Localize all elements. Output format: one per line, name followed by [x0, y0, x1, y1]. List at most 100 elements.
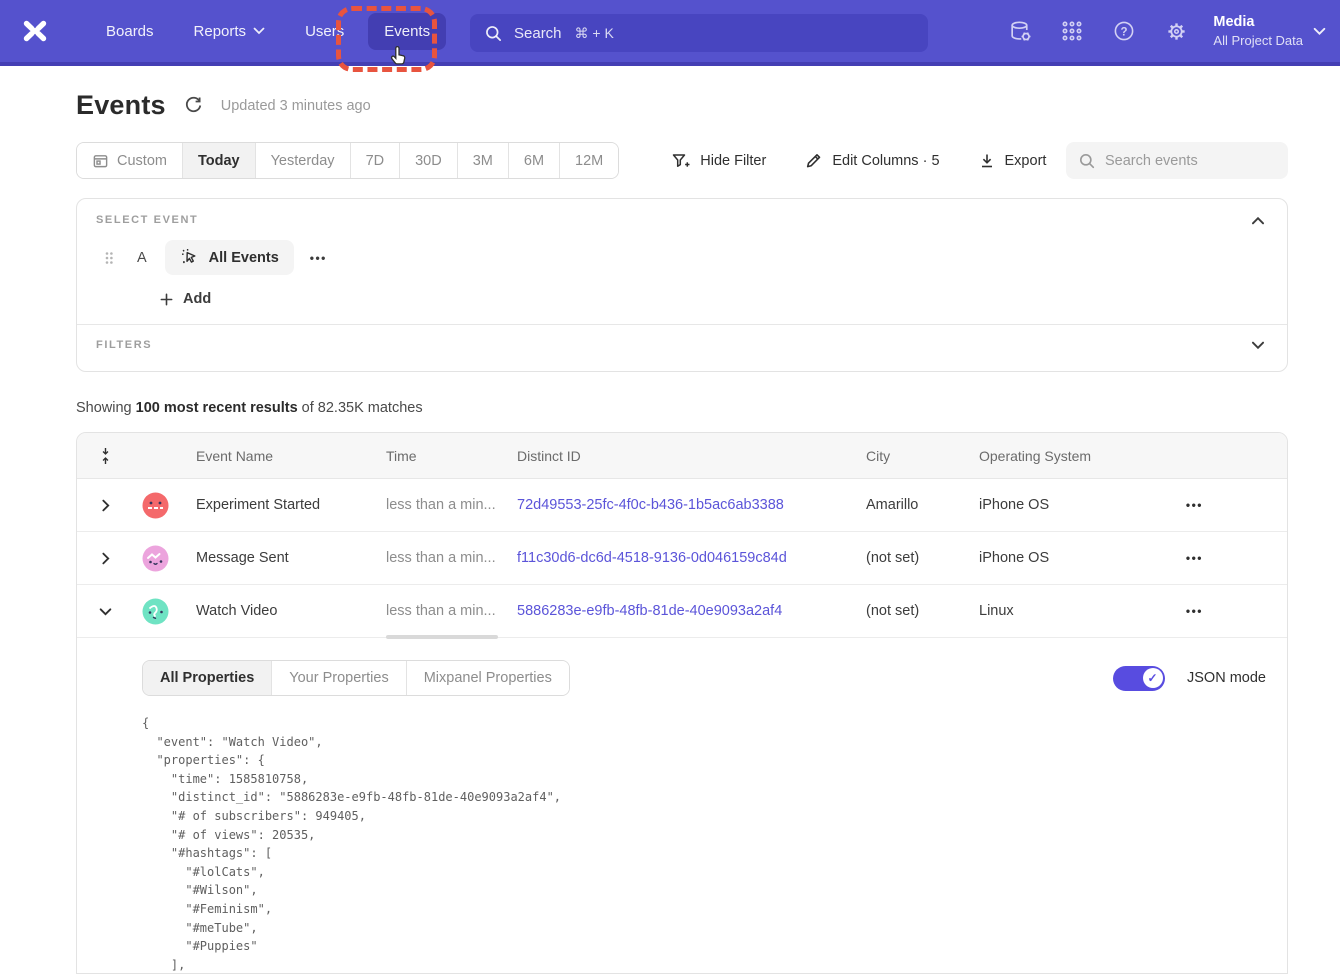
json-mode-toggle[interactable]: ✓ — [1113, 666, 1165, 691]
filters-label: FILTERS — [96, 339, 152, 351]
json-mode-label: JSON mode — [1187, 670, 1266, 686]
search-icon — [1078, 152, 1096, 170]
event-time: less than a min... — [386, 603, 517, 619]
distinct-id-link[interactable]: 5886283e-e9fb-48fb-81de-40e9093a2af4 — [517, 603, 866, 619]
distinct-id-link[interactable]: 72d49553-25fc-4f0c-b436-1b5ac6ab3388 — [517, 497, 866, 513]
row-more-button[interactable]: ••• — [1186, 498, 1287, 512]
search-events-field[interactable] — [1066, 142, 1288, 179]
nav-item-reports[interactable]: Reports — [178, 13, 282, 50]
mixpanel-logo[interactable] — [18, 14, 52, 48]
svg-text:?: ? — [1121, 26, 1128, 38]
date-range-custom[interactable]: Custom — [77, 143, 182, 178]
date-range-yesterday[interactable]: Yesterday — [255, 143, 350, 178]
results-prefix: Showing — [76, 400, 136, 416]
tab-all-properties[interactable]: All Properties — [143, 661, 271, 695]
tab-mixpanel-properties[interactable]: Mixpanel Properties — [406, 661, 569, 695]
events-page: Boards Reports Users Events Search ⌘ + K — [0, 0, 1340, 974]
row-more-button[interactable]: ••• — [1186, 551, 1287, 565]
grid-icon — [1060, 19, 1084, 43]
search-shortcut: ⌘ + K — [575, 25, 614, 42]
refresh-button[interactable] — [184, 96, 203, 115]
hide-filter-button[interactable]: Hide Filter — [671, 151, 766, 170]
column-header-os[interactable]: Operating System — [979, 448, 1179, 464]
table-row[interactable]: Experiment Started less than a min... 72… — [77, 479, 1287, 532]
date-range-6m[interactable]: 6M — [508, 143, 559, 178]
json-line: "distinct_id": "5886283e-e9fb-48fb-81de-… — [142, 788, 1266, 807]
collapse-all-icon — [98, 446, 113, 466]
date-range-7d[interactable]: 7D — [350, 143, 400, 178]
column-header-distinct-id[interactable]: Distinct ID — [517, 448, 866, 464]
date-range-today[interactable]: Today — [182, 143, 255, 178]
distinct-id-link[interactable]: f11c30d6-dc6d-4518-9136-0d046159c84d — [517, 550, 866, 566]
toolbar: Custom Today Yesterday 7D 30D 3M 6M 12M — [76, 142, 1288, 179]
table-row-expanded[interactable]: Watch Video less than a min... 5886283e-… — [77, 585, 1287, 638]
date-range-label: 6M — [524, 153, 544, 169]
event-chip-label: All Events — [209, 250, 279, 266]
data-management-button[interactable] — [999, 10, 1041, 52]
search-events-input[interactable] — [1105, 153, 1265, 169]
workspace-name: Media — [1213, 13, 1303, 32]
table-row[interactable]: Message Sent less than a min... f11c30d6… — [77, 532, 1287, 585]
navbar-right: ? — [999, 0, 1332, 62]
event-more-button[interactable]: ••• — [310, 251, 327, 265]
column-header-event-name[interactable]: Event Name — [177, 448, 386, 464]
calendar-icon — [92, 152, 109, 169]
help-button[interactable]: ? — [1103, 10, 1145, 52]
property-tabs: All Properties Your Properties Mixpanel … — [142, 660, 570, 696]
global-search-bar[interactable]: Search ⌘ + K — [470, 14, 928, 52]
event-time: less than a min... — [386, 550, 517, 566]
event-selector-chip[interactable]: All Events — [165, 240, 294, 275]
event-series-letter: A — [137, 250, 147, 266]
select-event-label: SELECT EVENT — [96, 214, 198, 226]
cursor-pointer-icon — [388, 44, 412, 70]
hide-filter-label: Hide Filter — [700, 153, 766, 169]
plus-icon — [159, 292, 174, 307]
apps-grid-button[interactable] — [1051, 10, 1093, 52]
horizontal-scrollbar-thumb[interactable] — [386, 635, 498, 639]
tab-your-properties[interactable]: Your Properties — [271, 661, 405, 695]
nav-item-boards[interactable]: Boards — [90, 13, 170, 50]
workspace-switcher[interactable]: Media All Project Data — [1207, 9, 1332, 53]
row-more-button[interactable]: ••• — [1186, 604, 1287, 618]
workspace-info: Media All Project Data — [1213, 13, 1303, 49]
json-viewer[interactable]: { "event": "Watch Video", "properties": … — [142, 714, 1266, 974]
settings-button[interactable] — [1155, 10, 1197, 52]
json-line: "#lolCats", — [142, 863, 1266, 882]
date-range-label: 30D — [415, 153, 442, 169]
event-name: Message Sent — [177, 550, 386, 566]
filters-header[interactable]: FILTERS — [77, 325, 1287, 351]
date-range-3m[interactable]: 3M — [457, 143, 508, 178]
tab-label: Mixpanel Properties — [424, 670, 552, 686]
json-line: "#Wilson", — [142, 881, 1266, 900]
column-header-time[interactable]: Time — [386, 448, 517, 464]
event-city: Amarillo — [866, 497, 979, 513]
nav-item-label: Reports — [194, 23, 247, 40]
expand-row-button[interactable] — [77, 552, 133, 565]
json-line: "#hashtags": [ — [142, 844, 1266, 863]
database-gear-icon — [1008, 19, 1033, 44]
drag-handle-icon[interactable] — [103, 250, 115, 266]
mixpanel-logo-icon — [20, 16, 50, 46]
expand-row-button[interactable] — [77, 499, 133, 512]
json-mode-control: ✓ JSON mode — [1113, 666, 1266, 691]
add-event-button[interactable]: Add — [159, 291, 229, 307]
nav-item-users[interactable]: Users — [289, 13, 360, 50]
date-range-30d[interactable]: 30D — [399, 143, 457, 178]
date-range-12m[interactable]: 12M — [559, 143, 618, 178]
event-os: iPhone OS — [979, 550, 1179, 566]
column-header-city[interactable]: City — [866, 448, 979, 464]
page-header: Events Updated 3 minutes ago — [76, 90, 371, 121]
collapse-row-button[interactable] — [77, 605, 133, 618]
results-highlight: 100 most recent results — [136, 400, 298, 416]
page-title: Events — [76, 90, 166, 121]
json-line: "properties": { — [142, 751, 1266, 770]
event-city: (not set) — [866, 603, 979, 619]
chevron-right-icon — [99, 499, 112, 512]
export-button[interactable]: Export — [978, 152, 1047, 170]
collapse-all-button[interactable] — [77, 446, 133, 466]
event-detail-panel: All Properties Your Properties Mixpanel … — [77, 638, 1287, 974]
detail-controls: All Properties Your Properties Mixpanel … — [142, 660, 1266, 696]
edit-columns-button[interactable]: Edit Columns · 5 — [804, 151, 939, 170]
sparkle-cursor-icon — [180, 248, 200, 268]
chevron-up-icon[interactable] — [1251, 216, 1265, 225]
